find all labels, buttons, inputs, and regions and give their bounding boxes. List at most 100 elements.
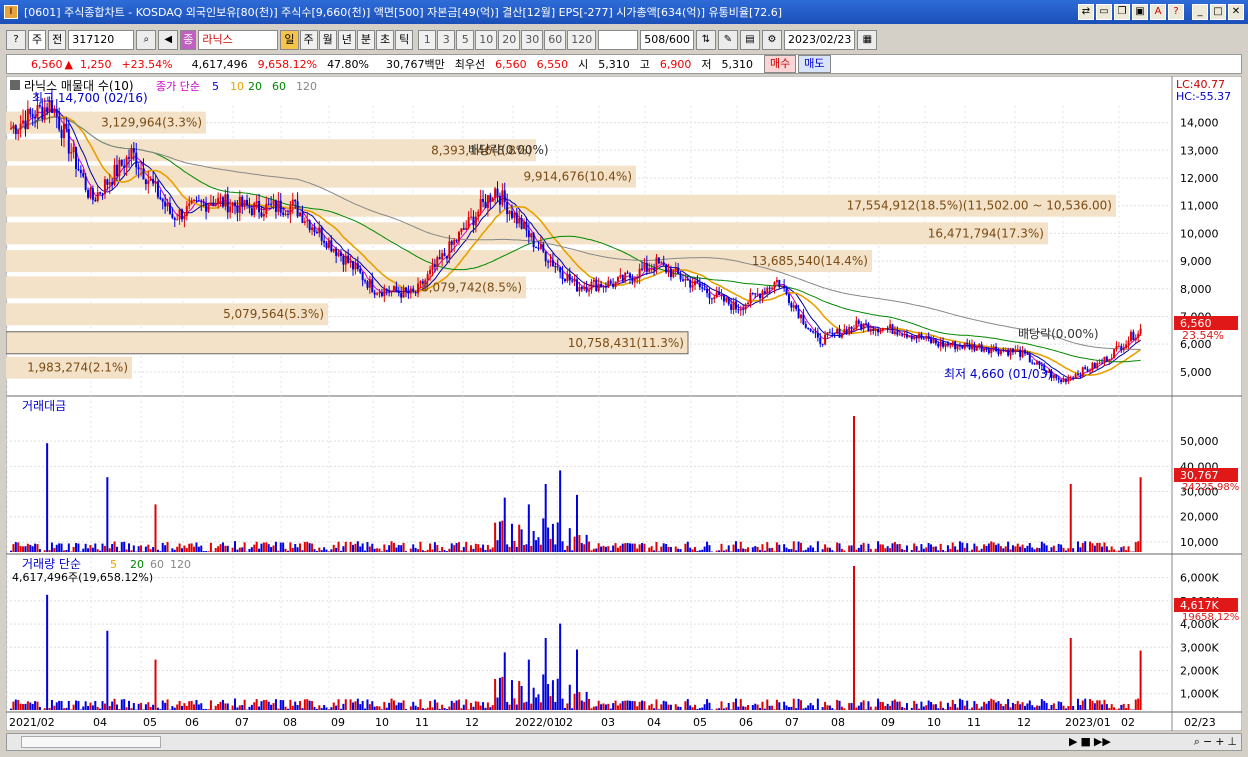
minute-60[interactable]: 60 (544, 30, 567, 50)
minute-1[interactable]: 1 (418, 30, 437, 50)
amount-bar (1033, 549, 1036, 552)
close-button[interactable]: ✕ (1228, 4, 1244, 20)
volume-bar (274, 699, 277, 710)
candle (970, 344, 973, 350)
calendar-icon[interactable]: ▦ (857, 30, 878, 50)
type-select[interactable]: 주 (28, 30, 47, 50)
save-icon[interactable]: ▤ (739, 30, 760, 50)
amount-bar (445, 551, 448, 552)
candle (332, 248, 335, 252)
help-icon[interactable]: ? (1168, 4, 1184, 20)
fast-forward-icon[interactable]: ▶▶ (1094, 735, 1111, 749)
magnifier-icon[interactable]: ⌕ (136, 30, 157, 50)
candle (836, 329, 839, 334)
plus-icon[interactable]: + (1215, 735, 1224, 749)
volume-bar (371, 701, 374, 710)
settings-icon[interactable]: ⚙ (761, 30, 782, 50)
volume-bar (149, 707, 152, 710)
high-label: 고 (639, 58, 650, 71)
date-input[interactable]: 2023/02/23 (783, 30, 856, 50)
volume-bar (903, 707, 906, 710)
amount-bar (539, 544, 542, 552)
amount-bar (708, 545, 711, 552)
amount-bar (922, 548, 925, 552)
volume-bar (932, 704, 935, 710)
link-icon[interactable]: ⇄ (1078, 4, 1094, 20)
period-5[interactable]: 초 (376, 30, 395, 50)
minute-5[interactable]: 5 (456, 30, 475, 50)
period-6[interactable]: 틱 (395, 30, 414, 50)
horizontal-scrollbar[interactable]: ▶ ■ ▶▶ ⌕ − + ⊥ (6, 733, 1242, 751)
volume-bar (286, 708, 289, 710)
amount-bar (424, 550, 427, 552)
amount-bar (636, 548, 639, 552)
volume-bar (665, 701, 668, 710)
volume-bar (756, 704, 759, 710)
restore-small-icon[interactable]: ❐ (1114, 4, 1130, 20)
speaker-icon[interactable]: ◀ (158, 30, 179, 50)
volume-bar (696, 708, 699, 710)
period-4[interactable]: 분 (356, 30, 375, 50)
period-3[interactable]: 년 (337, 30, 356, 50)
amount-bar (308, 543, 311, 552)
amount-bar (62, 550, 65, 552)
amount-bar (17, 542, 20, 552)
minute-20[interactable]: 20 (498, 30, 521, 50)
amount-bar (342, 546, 345, 552)
screen-icon[interactable]: ▣ (1132, 4, 1148, 20)
minimize-button[interactable]: _ (1192, 4, 1208, 20)
candle (195, 200, 198, 202)
jeon-button[interactable]: 전 (48, 30, 67, 50)
stop-icon[interactable]: ■ (1080, 735, 1090, 749)
maximize-button[interactable]: □ (1210, 4, 1226, 20)
amount-bar (891, 543, 894, 552)
period-0[interactable]: 일 (280, 30, 299, 50)
candle (510, 210, 513, 218)
volume-bar (156, 707, 159, 710)
blank-select[interactable] (598, 30, 639, 50)
candle (684, 278, 687, 281)
sell-button[interactable]: 매도 (798, 55, 831, 73)
scale-icon[interactable]: ⊥ (1227, 735, 1237, 749)
minute-30[interactable]: 30 (521, 30, 544, 50)
minimize-small-icon[interactable]: ▭ (1096, 4, 1112, 20)
amount-bar (763, 550, 766, 552)
amount-bar (120, 542, 123, 552)
minute-3[interactable]: 3 (437, 30, 456, 50)
period-2[interactable]: 월 (318, 30, 337, 50)
font-icon[interactable]: A (1150, 4, 1166, 20)
buy-button[interactable]: 매수 (764, 55, 797, 73)
play-icon[interactable]: ▶ (1069, 735, 1077, 749)
candle (496, 188, 499, 196)
chart-area[interactable]: 14,00013,00012,00011,00010,0009,0008,000… (6, 76, 1242, 731)
chart-type-icon[interactable]: ⇅ (695, 30, 716, 50)
count-value: 508 (644, 33, 666, 46)
amount-bar (477, 544, 480, 552)
minute-120[interactable]: 120 (567, 30, 597, 50)
code-input[interactable]: 317120 (68, 30, 135, 50)
amount-bar (349, 541, 352, 552)
count-input[interactable]: 508/600 (640, 30, 694, 50)
amount-bar (438, 551, 441, 552)
amount-bar (790, 549, 793, 552)
stock-search-icon[interactable]: ? (6, 30, 26, 50)
zoom-out-icon[interactable]: ⌕ (1194, 735, 1200, 749)
scroll-thumb[interactable] (21, 736, 161, 748)
volume-bar (566, 703, 569, 710)
volume-bar (1120, 704, 1123, 710)
minute-10[interactable]: 10 (475, 30, 498, 50)
volume-bar (19, 703, 22, 710)
amount-bar (55, 544, 58, 552)
minus-icon[interactable]: − (1203, 735, 1212, 749)
draw-tool-icon[interactable]: ✎ (717, 30, 738, 50)
period-1[interactable]: 주 (299, 30, 318, 50)
volume-bar (879, 701, 882, 710)
candle (1110, 358, 1113, 360)
volume-bar (970, 707, 973, 710)
volume-bar (349, 699, 352, 710)
stock-name: 라닉스 (198, 30, 279, 50)
volume-profile-label: 9,914,676(10.4%) (523, 170, 632, 184)
candle (710, 298, 713, 300)
candle (732, 301, 735, 310)
volume-bar (539, 702, 542, 710)
